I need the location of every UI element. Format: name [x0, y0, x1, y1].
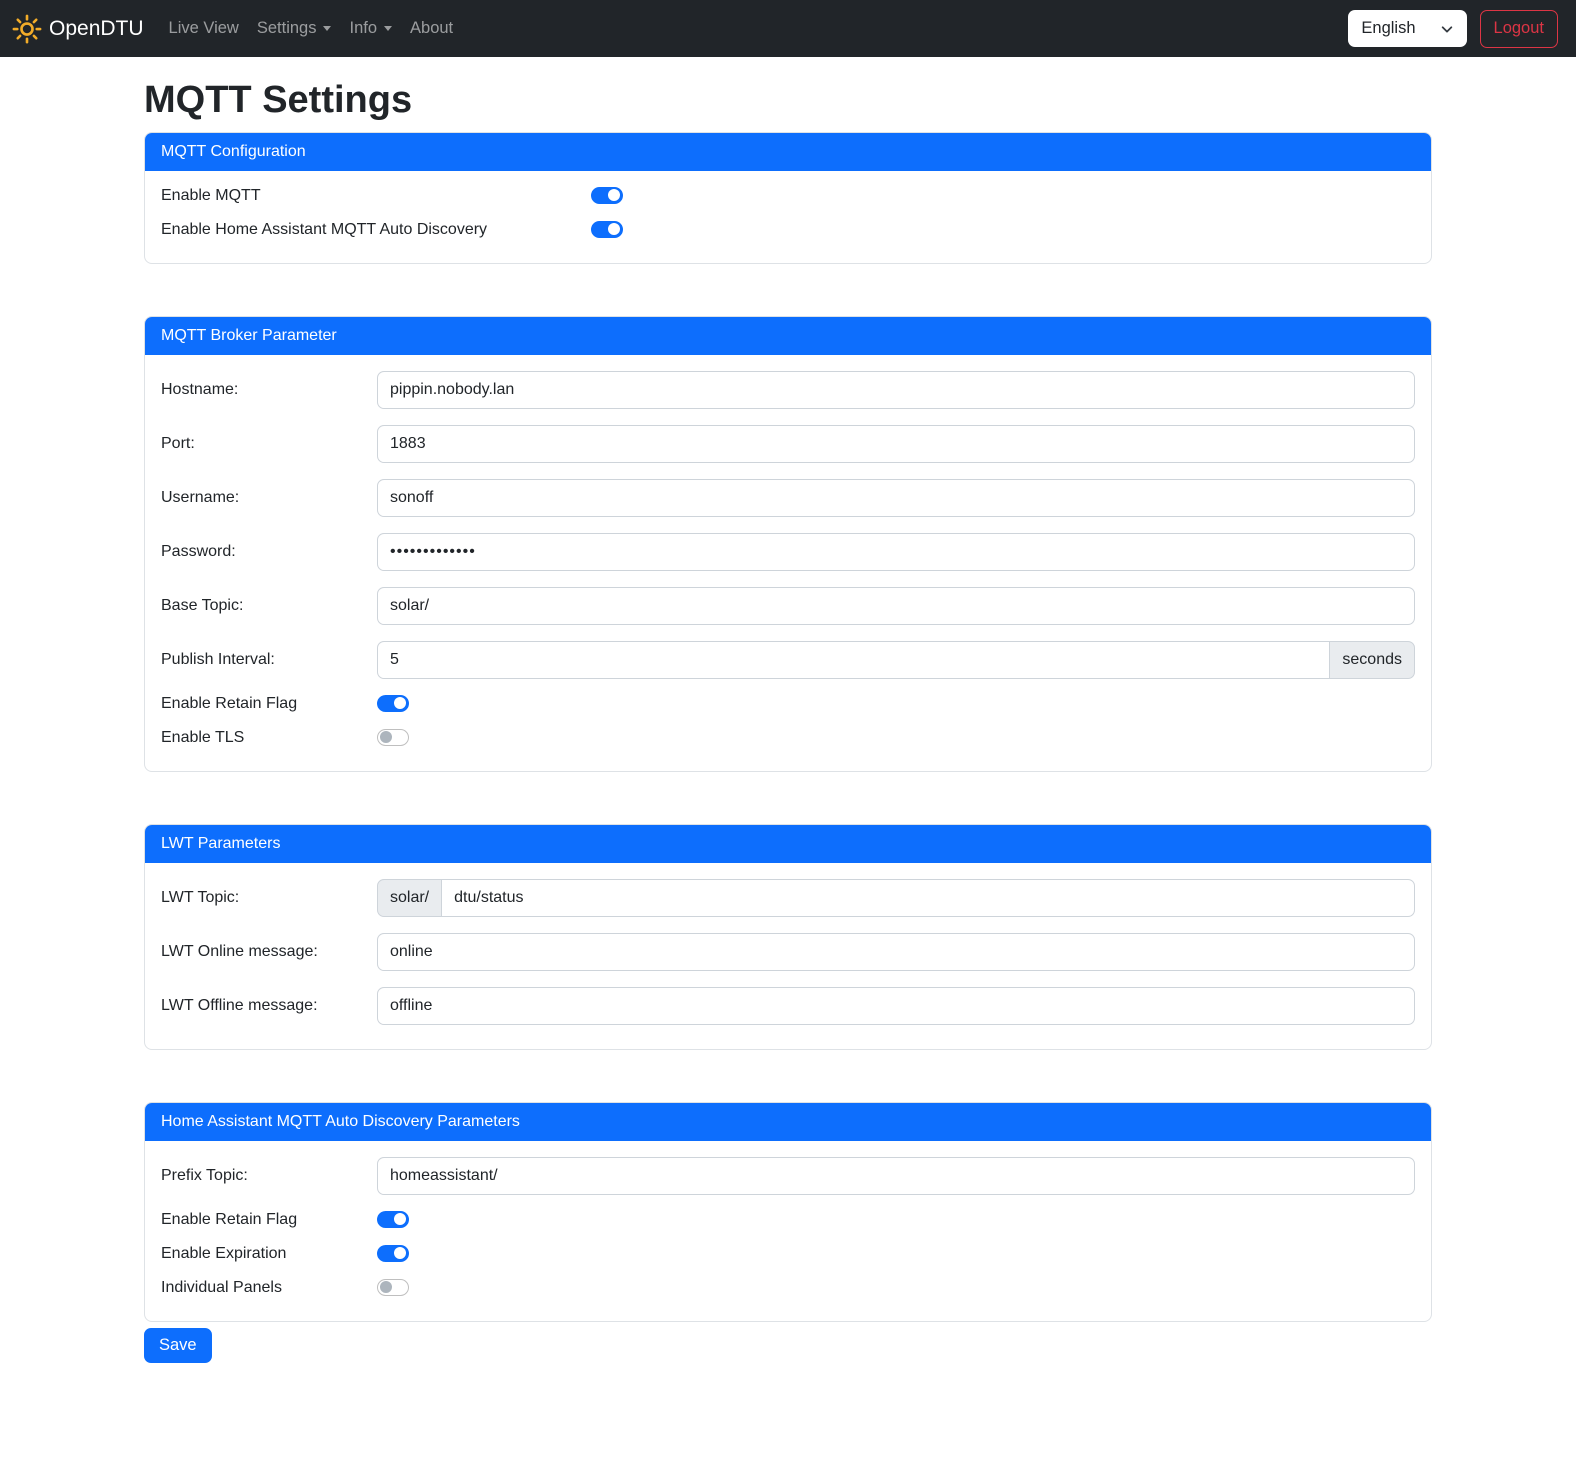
nav-item-live-view-label: Live View: [169, 19, 239, 38]
language-select[interactable]: English: [1348, 10, 1466, 47]
enable-mqtt-row: Enable MQTT: [161, 187, 1415, 205]
publish-interval-label: Publish Interval:: [161, 651, 377, 669]
hass-expiration-label: Enable Expiration: [161, 1245, 377, 1263]
chevron-down-icon: [1440, 22, 1454, 36]
lwt-body: LWT Topic: solar/ LWT Online message: LW…: [145, 863, 1431, 1049]
hostname-label: Hostname:: [161, 381, 377, 399]
tls-row: Enable TLS: [161, 729, 1415, 747]
hass-expiration-switch[interactable]: [377, 1245, 409, 1262]
prefix-topic-label: Prefix Topic:: [161, 1167, 377, 1185]
language-select-value: English: [1361, 19, 1415, 38]
hass-card: Home Assistant MQTT Auto Discovery Param…: [144, 1102, 1432, 1322]
hostname-row: Hostname:: [161, 371, 1415, 409]
lwt-offline-input[interactable]: [377, 987, 1415, 1025]
broker-header: MQTT Broker Parameter: [145, 317, 1431, 355]
password-label: Password:: [161, 543, 377, 561]
caret-down-icon: [384, 26, 392, 31]
enable-mqtt-label: Enable MQTT: [161, 187, 591, 205]
hass-retain-label: Enable Retain Flag: [161, 1211, 377, 1229]
username-label: Username:: [161, 489, 377, 507]
port-input[interactable]: [377, 425, 1415, 463]
lwt-offline-label: LWT Offline message:: [161, 997, 377, 1015]
lwt-topic-row: LWT Topic: solar/: [161, 879, 1415, 917]
broker-body: Hostname: Port: Username: Password: Base…: [145, 355, 1431, 771]
lwt-online-input[interactable]: [377, 933, 1415, 971]
password-input[interactable]: [377, 533, 1415, 571]
lwt-topic-input[interactable]: [441, 879, 1415, 917]
tls-label: Enable TLS: [161, 729, 377, 747]
lwt-topic-label: LWT Topic:: [161, 889, 377, 907]
prefix-topic-input[interactable]: [377, 1157, 1415, 1195]
nav-item-live-view[interactable]: Live View: [160, 11, 248, 46]
caret-down-icon: [323, 26, 331, 31]
publish-interval-row: Publish Interval: seconds: [161, 641, 1415, 679]
lwt-offline-row: LWT Offline message:: [161, 987, 1415, 1025]
hass-body: Prefix Topic: Enable Retain Flag Enable …: [145, 1141, 1431, 1321]
mqtt-configuration-card: MQTT Configuration Enable MQTT Enable Ho…: [144, 132, 1432, 264]
individual-panels-row: Individual Panels: [161, 1279, 1415, 1297]
nav-item-settings[interactable]: Settings: [248, 11, 341, 46]
username-row: Username:: [161, 479, 1415, 517]
password-row: Password:: [161, 533, 1415, 571]
hass-retain-row: Enable Retain Flag: [161, 1211, 1415, 1229]
nav-item-about[interactable]: About: [401, 11, 462, 46]
hostname-input[interactable]: [377, 371, 1415, 409]
retain-flag-switch[interactable]: [377, 695, 409, 712]
username-input[interactable]: [377, 479, 1415, 517]
tls-switch[interactable]: [377, 729, 409, 746]
publish-interval-unit: seconds: [1329, 641, 1415, 679]
base-topic-input[interactable]: [377, 587, 1415, 625]
lwt-online-label: LWT Online message:: [161, 943, 377, 961]
navbar-right: English Logout: [1348, 10, 1558, 48]
nav-item-info-label: Info: [349, 19, 377, 38]
enable-hass-discovery-switch[interactable]: [591, 221, 623, 238]
lwt-online-row: LWT Online message:: [161, 933, 1415, 971]
navbar: OpenDTU Live View Settings Info About En…: [0, 0, 1576, 57]
save-button[interactable]: Save: [144, 1328, 212, 1363]
nav-item-about-label: About: [410, 19, 453, 38]
lwt-header: LWT Parameters: [145, 825, 1431, 863]
retain-flag-label: Enable Retain Flag: [161, 695, 377, 713]
mqtt-configuration-body: Enable MQTT Enable Home Assistant MQTT A…: [145, 171, 1431, 263]
sun-icon: [12, 14, 42, 44]
logout-button[interactable]: Logout: [1480, 10, 1558, 48]
port-label: Port:: [161, 435, 377, 453]
base-topic-row: Base Topic:: [161, 587, 1415, 625]
brand[interactable]: OpenDTU: [12, 14, 144, 44]
hass-retain-switch[interactable]: [377, 1211, 409, 1228]
individual-panels-label: Individual Panels: [161, 1279, 377, 1297]
enable-hass-discovery-label: Enable Home Assistant MQTT Auto Discover…: [161, 221, 591, 239]
mqtt-configuration-header: MQTT Configuration: [145, 133, 1431, 171]
hass-header: Home Assistant MQTT Auto Discovery Param…: [145, 1103, 1431, 1141]
retain-flag-row: Enable Retain Flag: [161, 695, 1415, 713]
prefix-topic-row: Prefix Topic:: [161, 1157, 1415, 1195]
base-topic-label: Base Topic:: [161, 597, 377, 615]
page-title: MQTT Settings: [144, 78, 1432, 124]
broker-card: MQTT Broker Parameter Hostname: Port: Us…: [144, 316, 1432, 772]
enable-mqtt-switch[interactable]: [591, 187, 623, 204]
lwt-card: LWT Parameters LWT Topic: solar/ LWT Onl…: [144, 824, 1432, 1050]
individual-panels-switch[interactable]: [377, 1279, 409, 1296]
enable-hass-discovery-row: Enable Home Assistant MQTT Auto Discover…: [161, 221, 1415, 239]
nav-item-info[interactable]: Info: [340, 11, 401, 46]
hass-expiration-row: Enable Expiration: [161, 1245, 1415, 1263]
publish-interval-input[interactable]: [377, 641, 1330, 679]
nav-item-settings-label: Settings: [257, 19, 317, 38]
brand-label: OpenDTU: [49, 17, 144, 41]
lwt-topic-prefix: solar/: [377, 879, 442, 917]
content-container: MQTT Settings MQTT Configuration Enable …: [144, 78, 1432, 1363]
nav-links: Live View Settings Info About: [160, 11, 463, 46]
port-row: Port:: [161, 425, 1415, 463]
